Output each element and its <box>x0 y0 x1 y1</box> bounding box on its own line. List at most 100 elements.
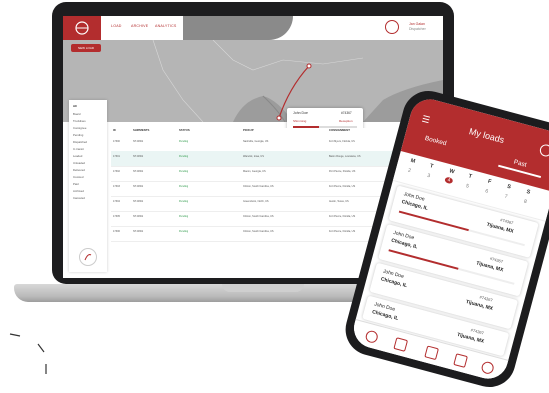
row-pickup: Clinton, South Carolina, US <box>243 215 274 218</box>
map-terrain <box>63 40 443 122</box>
sidebar: All Board Trucklines Consignee Pending D… <box>69 100 107 272</box>
sidebar-item[interactable]: Canceled <box>73 196 85 200</box>
sidebar-heading: All <box>73 104 77 108</box>
sidebar-item[interactable]: Archived <box>73 189 84 193</box>
tab-analytics[interactable]: ANALYTICS <box>155 24 177 28</box>
sidebar-item[interactable]: Pending <box>73 133 83 137</box>
load-id: #74367 <box>470 327 485 336</box>
support-icon[interactable] <box>79 248 97 266</box>
day-label[interactable]: T <box>429 163 434 170</box>
day-number: 7 <box>503 193 509 200</box>
row-id: 17302 <box>113 170 120 173</box>
row-status: Pending <box>179 140 189 143</box>
tab-booked[interactable]: Booked <box>424 135 447 147</box>
row-status: Pending <box>179 185 189 188</box>
row-id: 17301 <box>113 155 120 158</box>
row-id: 17300 <box>113 140 120 143</box>
user-name: Jan Galan <box>409 22 425 26</box>
row-status: Pending <box>179 200 189 203</box>
decorative-strokes <box>9 333 47 374</box>
col-header[interactable]: ID <box>113 128 116 132</box>
day-label[interactable]: W <box>448 168 455 175</box>
col-header[interactable]: SHIPMENTS <box>133 128 149 132</box>
day-number: 8 <box>523 198 528 206</box>
row-shipment: NTJ4361 <box>133 140 144 143</box>
row-pickup: Clinton, South Carolina, US <box>243 185 274 188</box>
day-number-selected: 4 <box>444 176 454 185</box>
day-label[interactable]: S <box>506 184 511 191</box>
settings-icon[interactable] <box>480 360 495 376</box>
tab-past[interactable]: Past <box>513 159 527 169</box>
app-topbar: LOAD ARCHIVE ANALYTICS Jan Galan Dispatc… <box>63 16 443 41</box>
day-number: 6 <box>484 188 489 195</box>
popup-label-right: Reception <box>339 119 353 123</box>
map-view[interactable]: NEW LOAD <box>63 40 443 122</box>
sidebar-item[interactable]: Paid <box>73 182 79 186</box>
sidebar-item[interactable]: Delivered <box>73 168 85 172</box>
sidebar-item[interactable]: Unloaded <box>73 161 85 165</box>
row-id: 17304 <box>113 200 120 203</box>
col-header[interactable]: CONSIGNMENT <box>329 128 350 132</box>
row-status: Pending <box>179 170 189 173</box>
load-id: #74367 <box>489 255 504 265</box>
col-header[interactable]: STATUS <box>179 128 190 132</box>
sidebar-item[interactable]: Consignee <box>73 126 86 130</box>
row-consignment: Fort Pierce, Florida, US <box>329 185 356 188</box>
search-icon[interactable] <box>364 329 380 345</box>
row-consignment: Fort Pierce, Florida, US <box>329 230 356 233</box>
row-pickup: Macon, Georgia, US <box>243 170 266 173</box>
sidebar-item[interactable]: Board <box>73 112 80 116</box>
day-label[interactable]: F <box>487 179 492 186</box>
table-row[interactable]: 17300 NTJ4361 Pending Nashville, Georgia… <box>111 136 441 152</box>
row-status: Pending <box>179 230 189 233</box>
city-from: Chicago, IL <box>380 276 408 290</box>
bell-icon[interactable] <box>385 20 399 34</box>
row-shipment: NTJ4361 <box>133 185 144 188</box>
tab-load[interactable]: LOAD <box>111 24 122 28</box>
document-icon[interactable] <box>453 353 468 368</box>
row-shipment: NTJ4361 <box>133 215 144 218</box>
load-id: #74367 <box>499 217 514 226</box>
row-consignment: Fort Pierce, Florida, US <box>329 215 356 218</box>
sidebar-item[interactable]: In transit <box>73 147 84 151</box>
truck-icon[interactable] <box>424 345 439 361</box>
row-consignment: Austin, Texas, US <box>329 200 349 203</box>
row-consignment: Port Pierce, Florida, US <box>329 170 356 173</box>
day-label[interactable]: M <box>410 158 416 165</box>
row-id: 17305 <box>113 215 120 218</box>
row-shipment: NTJ4361 <box>133 170 144 173</box>
row-shipment: NTJ4361 <box>133 230 144 233</box>
logo <box>63 16 101 40</box>
day-number: 3 <box>426 172 431 180</box>
row-pickup: Nashville, Georgia, US <box>243 140 269 143</box>
day-label[interactable]: S <box>526 189 531 196</box>
day-number: 5 <box>465 183 470 190</box>
loads-icon[interactable] <box>393 337 409 352</box>
row-pickup: Greensboro, North, US <box>243 200 269 203</box>
row-consignment: Baton Rouge, Louisiana, US <box>329 155 361 158</box>
user-role: Dispatcher <box>409 27 426 31</box>
sidebar-item[interactable]: Trucklines <box>73 119 86 123</box>
new-load-button[interactable]: NEW LOAD <box>71 44 101 52</box>
sidebar-item[interactable]: Dispatched <box>73 140 87 144</box>
popup-load-id: #74367 <box>341 111 352 115</box>
city-from: Chicago, IL <box>400 198 429 212</box>
day-number: 2 <box>407 167 412 175</box>
sidebar-item[interactable]: Invoiced <box>73 175 83 179</box>
tab-archive[interactable]: ARCHIVE <box>131 24 148 28</box>
day-label[interactable]: T <box>468 173 473 180</box>
row-status: Pending <box>179 215 189 218</box>
load-id: #74367 <box>479 294 494 303</box>
row-shipment: NTJ4361 <box>133 200 144 203</box>
popup-label-left: Shimming <box>293 119 307 123</box>
sidebar-item[interactable]: Loaded <box>73 154 82 158</box>
row-id: 17303 <box>113 185 120 188</box>
row-consignment: Fort Myers, Florida, US <box>329 140 355 143</box>
laptop-notch <box>222 284 304 292</box>
row-status: Pending <box>179 155 189 158</box>
row-pickup: Clinton, South Carolina, US <box>243 230 274 233</box>
row-id: 17306 <box>113 230 120 233</box>
header-decoration <box>183 16 293 40</box>
col-header[interactable]: PICKUP <box>243 128 254 132</box>
popup-driver-name: John Doe <box>293 111 308 115</box>
